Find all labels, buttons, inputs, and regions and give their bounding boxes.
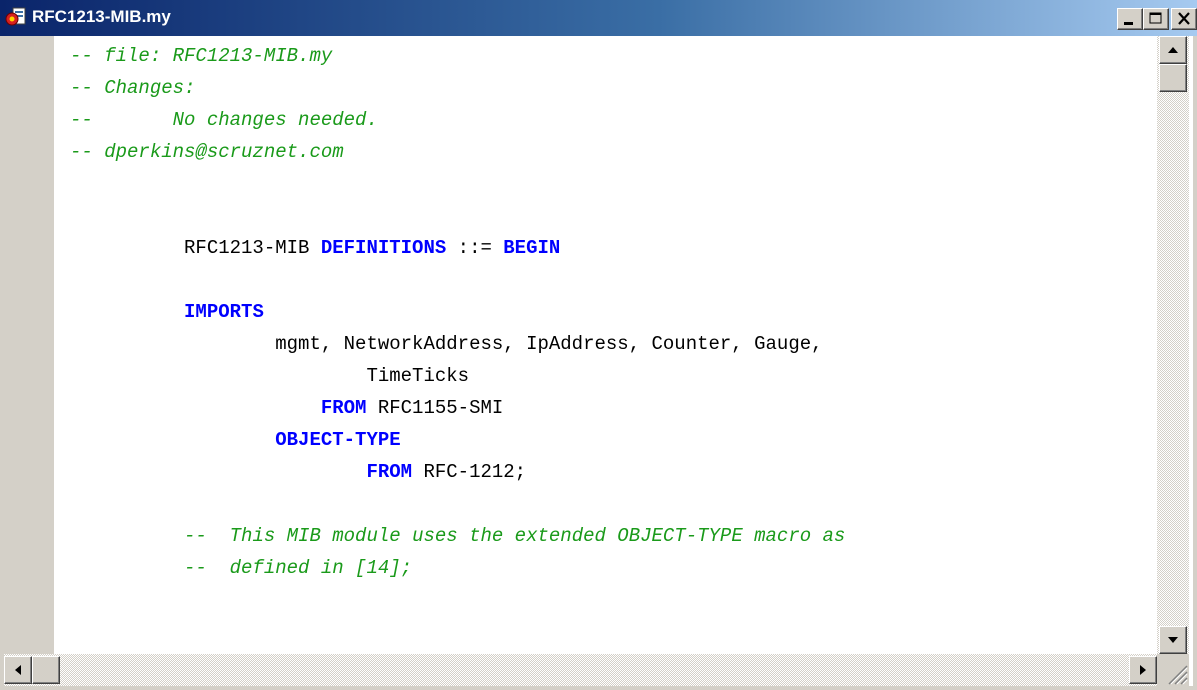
scroll-up-button[interactable] xyxy=(1159,36,1187,64)
minimize-icon xyxy=(1124,22,1133,25)
close-icon xyxy=(1178,12,1190,25)
keyword-token: BEGIN xyxy=(503,237,561,259)
plain-token: RFC1155-SMI xyxy=(366,397,504,419)
horizontal-scrollbar[interactable] xyxy=(4,654,1157,686)
keyword-token: DEFINITIONS xyxy=(320,237,447,259)
code-line[interactable]: -- Changes: xyxy=(70,72,195,104)
code-line[interactable]: FROM RFC1155-SMI xyxy=(70,392,503,424)
maximize-icon xyxy=(1149,12,1162,24)
plain-token: ::= xyxy=(446,237,504,259)
plain-token: TimeTicks xyxy=(70,365,470,387)
keyword-token: FROM xyxy=(366,461,413,483)
arrow-down-icon xyxy=(1168,637,1178,643)
code-line[interactable]: mgmt, NetworkAddress, IpAddress, Counter… xyxy=(70,328,823,360)
code-line[interactable]: FROM RFC-1212; xyxy=(70,456,526,488)
plain-token: mgmt, NetworkAddress, IpAddress, Counter… xyxy=(70,333,823,355)
comment-token: -- dperkins@scruznet.com xyxy=(70,141,344,163)
vertical-scroll-thumb[interactable] xyxy=(1159,64,1187,92)
minimize-button[interactable] xyxy=(1117,8,1143,30)
window-title: RFC1213-MIB.my xyxy=(32,7,171,26)
arrow-right-icon xyxy=(1140,665,1146,675)
code-line[interactable]: OBJECT-TYPE xyxy=(70,424,401,456)
code-view[interactable]: -- file: RFC1213-MIB.my -- Changes: -- No … xyxy=(54,36,1157,654)
code-line[interactable]: -- This MIB module uses the extended OBJ… xyxy=(70,520,845,552)
document-app-icon[interactable] xyxy=(4,5,28,29)
horizontal-scroll-thumb[interactable] xyxy=(32,656,60,684)
title-bar[interactable]: RFC1213-MIB.my xyxy=(0,0,1197,36)
code-line[interactable]: -- dperkins@scruznet.com xyxy=(70,136,344,168)
keyword-token: IMPORTS xyxy=(184,301,264,323)
close-button[interactable] xyxy=(1171,8,1197,30)
scroll-right-button[interactable] xyxy=(1129,656,1157,684)
keyword-token: OBJECT-TYPE xyxy=(275,429,401,451)
line-gutter xyxy=(4,36,54,654)
plain-token: RFC1213-MIB xyxy=(70,237,321,259)
code-line[interactable]: -- defined in [14]; xyxy=(70,552,412,584)
resize-grip-icon xyxy=(1168,665,1188,685)
editor-client-area: -- file: RFC1213-MIB.my -- Changes: -- No … xyxy=(4,36,1193,686)
vertical-scrollbar[interactable] xyxy=(1157,36,1189,654)
keyword-token: FROM xyxy=(320,397,367,419)
arrow-left-icon xyxy=(15,665,21,675)
scroll-down-button[interactable] xyxy=(1159,626,1187,654)
code-line[interactable]: IMPORTS xyxy=(70,296,264,328)
size-grip[interactable] xyxy=(1157,654,1189,686)
code-line[interactable]: TimeTicks xyxy=(70,360,469,392)
code-line[interactable]: -- No changes needed. xyxy=(70,104,378,136)
comment-token: -- No changes needed. xyxy=(70,109,378,131)
maximize-button[interactable] xyxy=(1143,8,1169,30)
comment-token: -- This MIB module uses the extended OBJ… xyxy=(184,525,846,547)
code-line[interactable]: RFC1213-MIB DEFINITIONS ::= BEGIN xyxy=(70,232,560,264)
comment-token: -- defined in [14]; xyxy=(184,557,413,579)
comment-token: -- Changes: xyxy=(70,77,196,99)
code-line[interactable]: -- file: RFC1213-MIB.my xyxy=(70,40,332,72)
comment-token: -- file: RFC1213-MIB.my xyxy=(70,45,333,67)
arrow-up-icon xyxy=(1168,47,1178,53)
scroll-left-button[interactable] xyxy=(4,656,32,684)
editor-window: RFC1213-MIB.my -- file: RFC1213-MIB.my --… xyxy=(0,0,1197,690)
plain-token: RFC-1212; xyxy=(412,461,527,483)
